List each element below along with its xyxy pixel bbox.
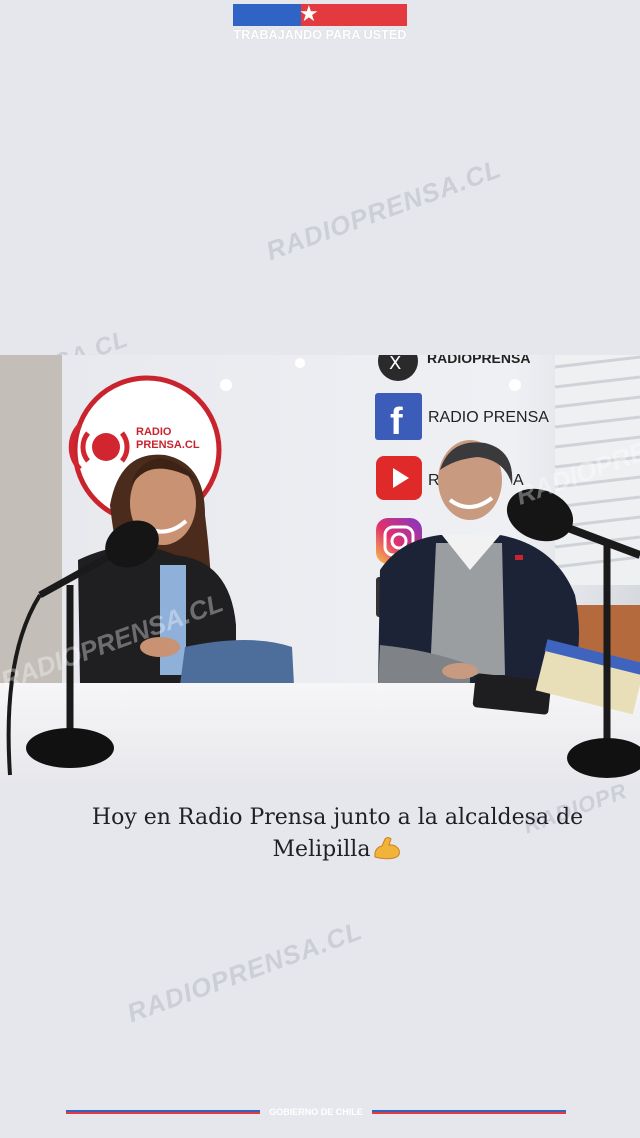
svg-text:f: f (390, 401, 403, 443)
svg-text:RADIO PRENSA: RADIO PRENSA (428, 409, 549, 426)
svg-text:RADIOPRENSA: RADIOPRENSA (427, 355, 530, 366)
svg-text:X: X (389, 355, 401, 374)
footer-label-c: CHILE (335, 1107, 363, 1117)
caption-line-2: Melipilla (60, 834, 615, 866)
flag-blue-field: ★ (233, 3, 319, 27)
footer-stripe-right (372, 1110, 566, 1114)
footer-label-a: GOBIERNO (269, 1107, 319, 1117)
gobierno-footer: GOBIERNO DE CHILE (66, 1106, 566, 1118)
footer-label: GOBIERNO DE CHILE (260, 1106, 372, 1118)
caption-line-2-text: Melipilla (272, 837, 371, 862)
star-icon: ★ (299, 2, 319, 27)
svg-text:PRENSA.CL: PRENSA.CL (136, 439, 200, 451)
chile-flag-banner: ★ (233, 3, 407, 27)
svg-text:RADIO: RADIO (136, 426, 172, 438)
interview-photo: RADIO PRENSA.CL X RADIOPRENSA f RADIO PR… (0, 355, 640, 782)
watermark-bottom: RADIOPRENSA.CL (123, 915, 367, 1029)
flexed-biceps-icon (374, 837, 401, 860)
post-caption: Hoy en Radio Prensa junto a la alcaldesa… (60, 802, 615, 866)
banner-tagline: TRABAJANDO PARA USTED (233, 28, 407, 42)
watermark-top: RADIOPRENSA.CL (262, 153, 506, 267)
footer-label-b: DE (320, 1107, 334, 1117)
footer-stripe-left (66, 1110, 260, 1114)
caption-line-1: Hoy en Radio Prensa junto a la alcaldesa… (91, 805, 584, 830)
